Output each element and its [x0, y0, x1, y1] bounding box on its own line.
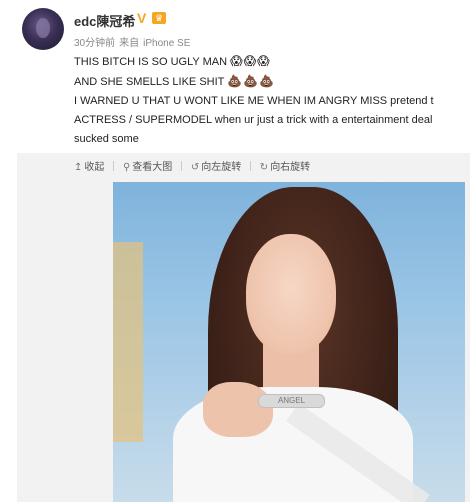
rotate-left-icon: ↺ [190, 162, 200, 173]
scream-emoji-icon: 😱😱😱 [230, 54, 271, 68]
collapse-button[interactable]: ↥ 收起 [74, 158, 104, 173]
rotate-right-label: 向右旋转 [270, 162, 311, 173]
rotate-right-icon: ↻ [259, 162, 269, 173]
divider [113, 161, 115, 171]
collapse-label: 收起 [84, 162, 105, 173]
post-header: edc陳冠希 V ♛ 30分钟前 来自 iPhone SE [22, 8, 462, 52]
post-line-2: AND SHE SMELLS LIKE SHIT 💩💩💩 [74, 74, 276, 88]
photo-hand [203, 382, 273, 437]
divider [181, 161, 183, 171]
post-time[interactable]: 30分钟前 [74, 38, 115, 49]
source-device[interactable]: iPhone SE [143, 38, 190, 49]
post-text: THIS BITCH IS SO UGLY MAN 😱😱😱 AND SHE SM… [74, 52, 466, 149]
magnifier-icon: ⚲ [122, 162, 131, 173]
post-meta: 30分钟前 来自 iPhone SE [74, 34, 194, 49]
photo-necklace: ANGEL [258, 394, 325, 408]
post-line-1: THIS BITCH IS SO UGLY MAN 😱😱😱 [74, 54, 271, 68]
avatar[interactable] [22, 8, 64, 50]
source-prefix: 来自 [119, 38, 140, 49]
verified-badge-icon: V [137, 10, 147, 26]
divider [250, 161, 252, 171]
username[interactable]: edc陳冠希 [74, 11, 135, 30]
poop-emoji-icon: 💩💩💩 [227, 74, 276, 88]
collapse-icon: ↥ [74, 162, 83, 173]
post-line-5: sucked some [74, 133, 139, 145]
view-large-label: 查看大图 [132, 162, 173, 173]
photo-background-detail [113, 242, 143, 442]
image-toolbar: ↥ 收起 ⚲ 查看大图 ↺ 向左旋转 ↻ 向右旋转 [74, 158, 464, 176]
photo-face [246, 234, 336, 354]
post-line-3: I WARNED U THAT U WONT LIKE ME WHEN IM A… [74, 95, 434, 107]
post-line-4: ACTRESS / SUPERMODEL when ur just a tric… [74, 114, 433, 126]
post-photo[interactable]: ANGEL [113, 182, 465, 502]
view-large-button[interactable]: ⚲ 查看大图 [123, 158, 172, 173]
vip-crown-icon: ♛ [152, 12, 166, 24]
rotate-left-button[interactable]: ↺ 向左旋转 [191, 158, 241, 173]
rotate-right-button[interactable]: ↻ 向右旋转 [260, 158, 310, 173]
rotate-left-label: 向左旋转 [201, 162, 242, 173]
